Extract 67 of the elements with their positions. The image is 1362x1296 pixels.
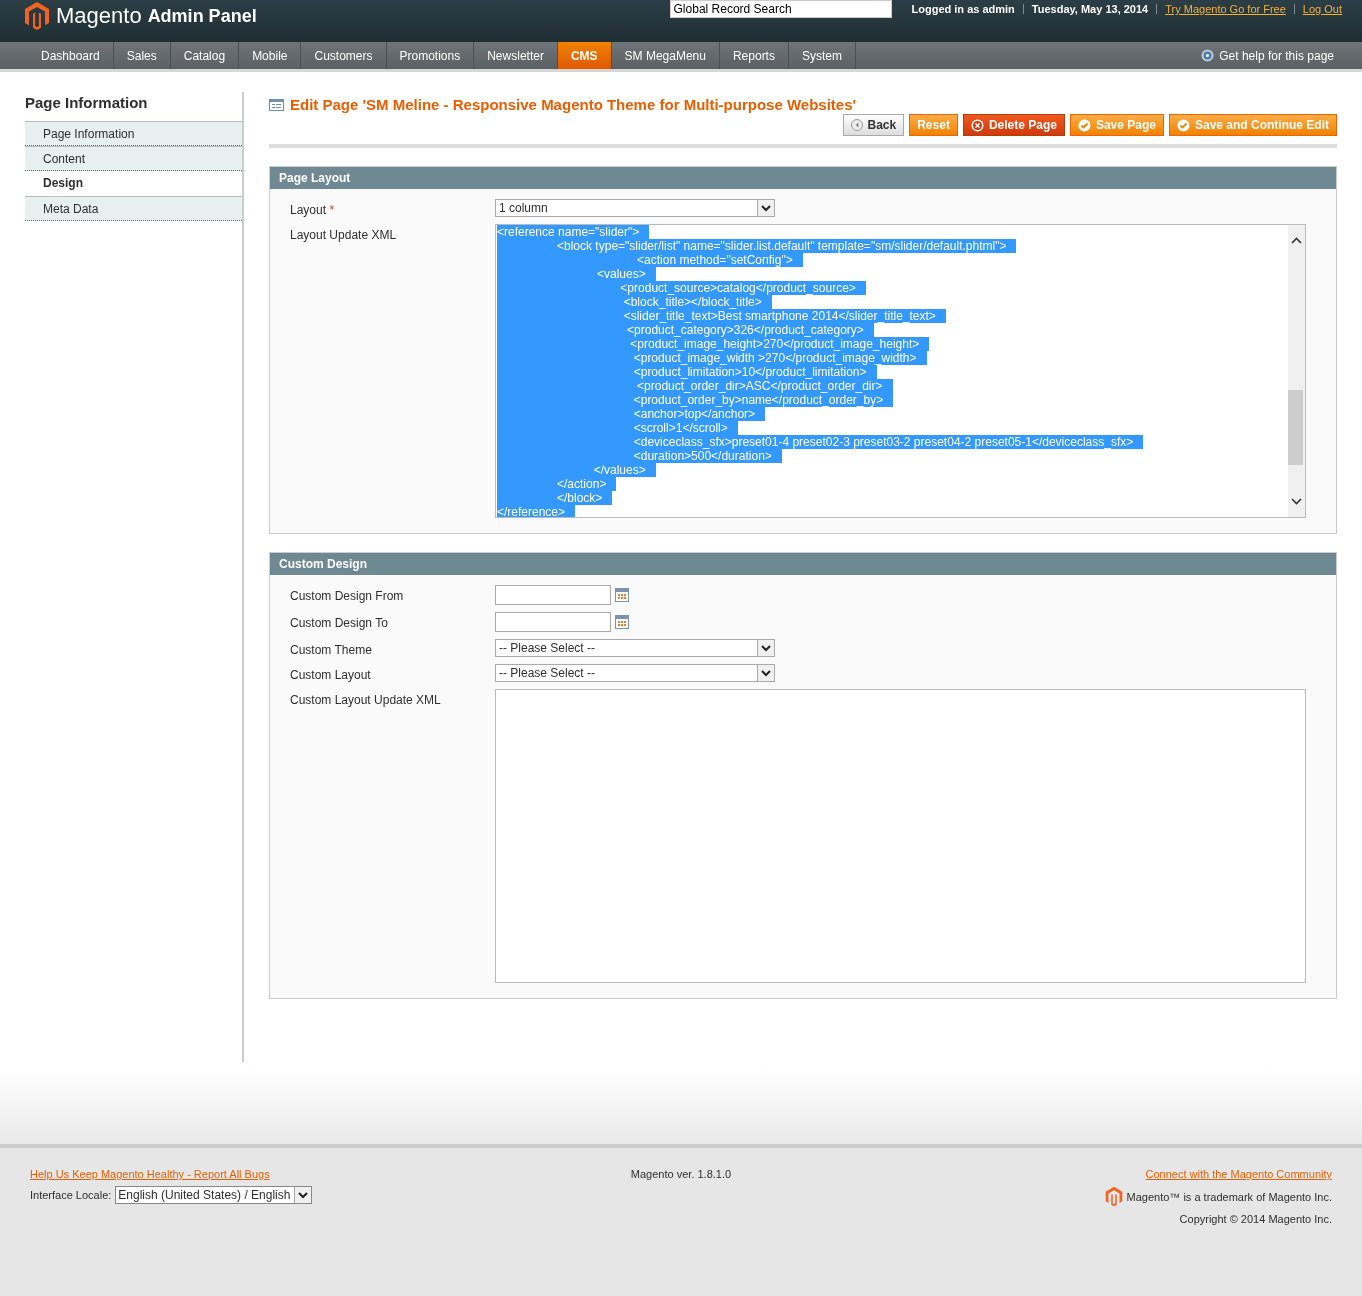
community-link[interactable]: Connect with the Magento Community: [1145, 1168, 1332, 1180]
date-field[interactable]: [495, 585, 611, 605]
header-link[interactable]: Try Magento Go for Free: [1165, 3, 1286, 15]
nav-tab[interactable]: Mobile: [239, 42, 302, 69]
nav-tab[interactable]: Customers: [301, 42, 387, 69]
xml-textarea[interactable]: [495, 224, 1306, 518]
sidebar-tab[interactable]: Meta Data: [25, 196, 242, 221]
up-chevron-icon: [1291, 237, 1302, 244]
select-field[interactable]: -- Please Select --: [495, 639, 775, 657]
section-header: Page Layout: [270, 167, 1336, 189]
check-icon: [1077, 118, 1091, 132]
required-mark: *: [328, 203, 335, 217]
trademark-text: Magento™ is a trademark of Magento Inc.: [1126, 1190, 1332, 1203]
locale-label: Interface Locale:: [30, 1189, 112, 1201]
caret-icon: [298, 1191, 309, 1199]
select-field[interactable]: 1 column: [495, 199, 775, 217]
calendar-icon[interactable]: [615, 615, 629, 629]
nav-tab[interactable]: Sales: [113, 42, 171, 69]
caret-icon: [761, 644, 771, 652]
logo-icon: [24, 1, 50, 31]
copyright-text: Copyright © 2014 Magento Inc.: [1179, 1213, 1332, 1225]
caret-icon: [761, 204, 771, 212]
report-bugs-link[interactable]: Help Us Keep Magento Healthy - Report All Bugs: [30, 1168, 270, 1180]
logo-text: Magento: [56, 3, 142, 29]
action-button[interactable]: Back: [842, 114, 905, 136]
locale-select[interactable]: English (United States) / English: [115, 1186, 313, 1204]
logo-icon: [1104, 1186, 1123, 1207]
field-label: Custom Theme: [290, 642, 373, 657]
nav-tab[interactable]: Promotions: [386, 42, 475, 69]
header-link[interactable]: Log Out: [1302, 3, 1342, 15]
textarea-field[interactable]: [495, 689, 1306, 983]
sidebar-title: Page Information: [25, 93, 149, 113]
check-icon: [1177, 118, 1190, 132]
field-label: Custom Layout: [290, 667, 372, 682]
nav-tab[interactable]: Dashboard: [28, 42, 114, 69]
select-field[interactable]: -- Please Select --: [495, 664, 775, 682]
nav-tab[interactable]: Newsletter: [474, 42, 558, 69]
date-text: Tuesday, May 13, 2014: [1031, 3, 1149, 15]
scrollbar-thumb[interactable]: [1288, 390, 1303, 465]
close-icon: [970, 118, 984, 132]
date-field[interactable]: [495, 612, 611, 632]
calendar-icon[interactable]: [615, 588, 629, 602]
user-text: Logged in as admin: [911, 3, 1015, 15]
down-chevron-icon: [1291, 498, 1302, 505]
field-label: Layout *: [290, 202, 336, 217]
field-label: Custom Layout Update XML: [290, 692, 442, 707]
nav-tab[interactable]: CMS: [557, 42, 612, 69]
search-field[interactable]: Global Record Search: [669, 0, 892, 18]
nav-tab[interactable]: Reports: [719, 42, 789, 69]
nav-tab[interactable]: Catalog: [170, 42, 240, 69]
page-icon: [269, 98, 284, 111]
page-title: Edit Page 'SM Meline - Responsive Magento Theme for Multi-purpose Websites': [290, 96, 857, 113]
sidebar-tab[interactable]: Content: [25, 146, 242, 171]
scrollbar[interactable]: [1288, 225, 1305, 517]
help-icon: [1201, 49, 1215, 62]
help-link[interactable]: Get help for this page: [1201, 42, 1362, 69]
field-label: Layout Update XML: [290, 227, 398, 242]
version-text: Magento ver. 1.8.1.0: [630, 1168, 732, 1180]
sidebar-tab[interactable]: Page Information: [25, 121, 242, 146]
field-label: Custom Design From: [290, 588, 405, 603]
caret-icon: [761, 669, 771, 677]
logo-subtitle: Admin Panel: [147, 5, 257, 27]
nav-tab[interactable]: System: [788, 42, 856, 69]
nav-tab[interactable]: SM MegaMenu: [611, 42, 720, 69]
action-button[interactable]: Delete Page: [962, 114, 1065, 136]
section-header: Custom Design: [270, 553, 1336, 575]
field-label: Custom Design To: [290, 615, 389, 630]
